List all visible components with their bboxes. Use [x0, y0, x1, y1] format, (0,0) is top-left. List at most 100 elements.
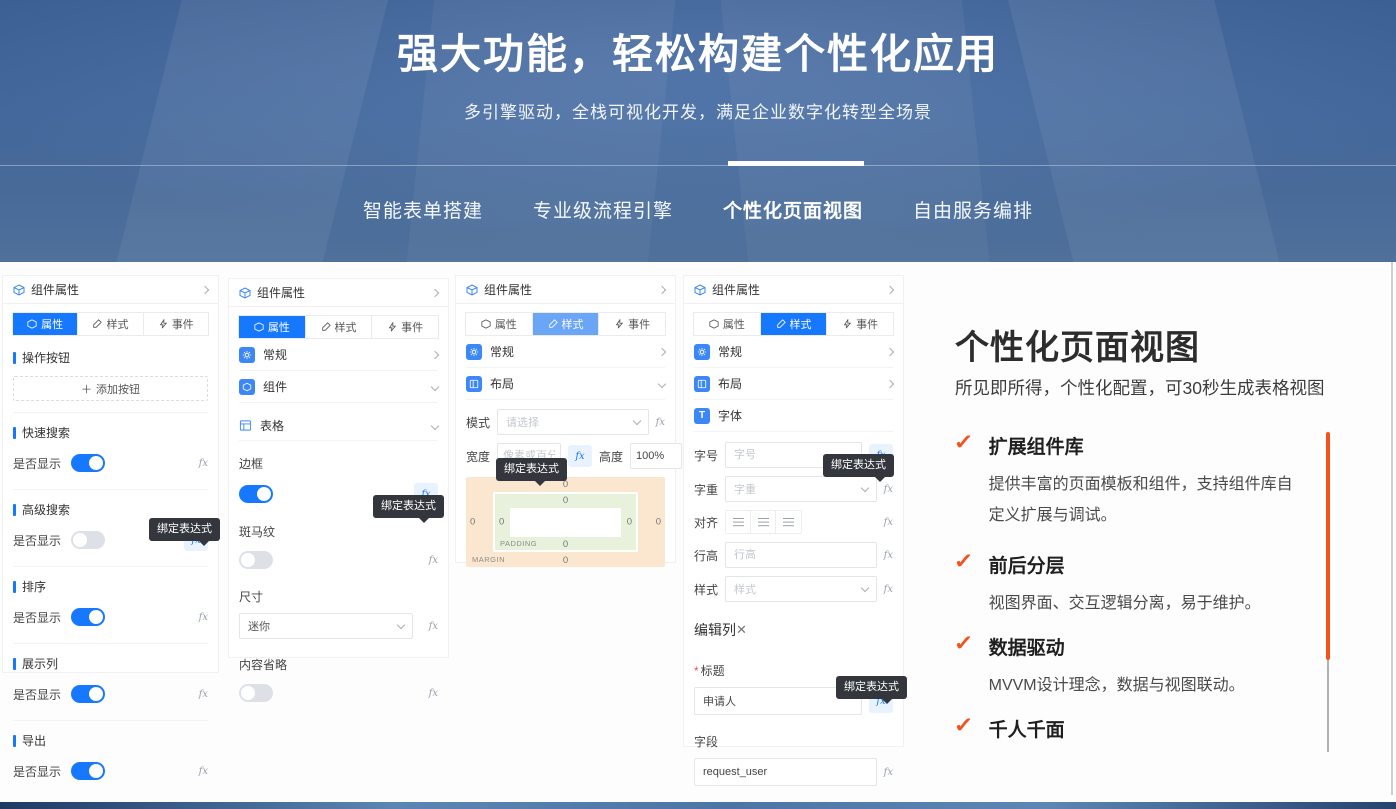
font-style-select[interactable]: 样式 — [725, 576, 877, 602]
tab-properties[interactable]: 属性 — [239, 316, 306, 338]
align-center-button[interactable] — [751, 511, 776, 533]
padding-bottom-value[interactable]: 0 — [563, 539, 568, 550]
group-general[interactable]: 常规 — [239, 339, 438, 371]
fx-button-active[interactable]: fx — [568, 445, 592, 467]
group-component[interactable]: 组件 — [239, 371, 438, 403]
brush-icon — [321, 322, 331, 332]
hero-subtitle: 多引擎驱动，全栈可视化开发，满足企业数字化转型全场景 — [0, 98, 1396, 123]
border-toggle-on[interactable] — [239, 485, 273, 503]
line-height-input[interactable] — [725, 542, 877, 568]
group-layout[interactable]: 布局 — [466, 368, 665, 400]
bottom-gradient-bar — [0, 802, 1396, 809]
tab-event[interactable]: 事件 — [599, 313, 665, 335]
group-font[interactable]: T 字体 — [694, 400, 893, 432]
fx-icon[interactable]: fx — [199, 766, 208, 777]
show-toggle-on[interactable] — [71, 608, 105, 626]
feature-desc: 提供丰富的页面模板和组件，支持组件库自定义扩展与调试。 — [989, 469, 1307, 531]
fx-icon[interactable]: fx — [199, 612, 208, 623]
lightning-icon — [614, 319, 624, 329]
add-button[interactable]: ＋添加按钮 — [13, 376, 208, 401]
size-select[interactable]: 迷你 — [239, 613, 413, 639]
group-label: 组件 — [263, 378, 287, 395]
tab-event[interactable]: 事件 — [827, 313, 893, 335]
fx-icon[interactable]: fx — [199, 689, 208, 700]
show-row-sort: 是否显示 fx — [13, 602, 208, 632]
feature-title: 前后分层 — [989, 551, 1307, 578]
padding-right-value[interactable]: 0 — [627, 517, 632, 528]
page-scrollbar[interactable] — [1391, 262, 1393, 795]
cube-icon — [27, 319, 37, 329]
tab-label: 事件 — [401, 319, 423, 335]
fx-icon[interactable]: fx — [884, 767, 893, 778]
tab-properties[interactable]: 属性 — [466, 313, 533, 335]
align-right-button[interactable] — [776, 511, 801, 533]
tab-style[interactable]: 样式 — [761, 313, 828, 335]
tab-personalized-view[interactable]: 个性化页面视图 — [723, 196, 863, 223]
fx-icon[interactable]: fx — [420, 621, 438, 632]
show-toggle-on[interactable] — [71, 454, 105, 472]
margin-bottom-value[interactable]: 0 — [563, 555, 568, 566]
ellipsis-toggle-off[interactable] — [239, 684, 273, 702]
close-icon[interactable]: ✕ — [736, 622, 747, 638]
height-input[interactable] — [630, 443, 682, 469]
font-weight-label: 字重 — [694, 481, 718, 498]
tab-smart-form[interactable]: 智能表单搭建 — [363, 196, 483, 223]
tab-style[interactable]: 样式 — [78, 313, 143, 335]
fx-icon[interactable]: fx — [199, 458, 208, 469]
chevron-right-icon — [658, 347, 666, 355]
fx-icon[interactable]: fx — [884, 517, 893, 528]
chevron-right-icon[interactable] — [431, 288, 439, 296]
chevron-right-icon[interactable] — [658, 285, 666, 293]
fx-icon[interactable]: fx — [429, 555, 438, 566]
tab-process-engine[interactable]: 专业级流程引擎 — [533, 196, 673, 223]
fx-icon[interactable]: fx — [656, 417, 665, 428]
subgroup-table[interactable]: 表格 — [239, 411, 438, 441]
tab-event[interactable]: 事件 — [144, 313, 208, 335]
feature-desc: 视图界面、交互逻辑分离，易于维护。 — [989, 588, 1307, 619]
padding-left-value[interactable]: 0 — [499, 517, 504, 528]
align-button-group — [725, 510, 802, 534]
tab-label: 样式 — [106, 316, 128, 332]
group-layout[interactable]: 布局 — [694, 368, 893, 400]
group-general[interactable]: 常规 — [466, 336, 665, 368]
padding-top-value[interactable]: 0 — [563, 495, 568, 506]
show-toggle-on[interactable] — [71, 685, 105, 703]
margin-left-value[interactable]: 0 — [470, 517, 475, 528]
tab-properties[interactable]: 属性 — [694, 313, 761, 335]
width-label: 宽度 — [466, 448, 490, 465]
mode-select[interactable]: 请选择 — [497, 409, 649, 435]
font-icon: T — [694, 408, 710, 424]
show-toggle-on[interactable] — [71, 762, 105, 780]
tab-style[interactable]: 样式 — [306, 316, 373, 338]
feature-scroll-track[interactable] — [1326, 432, 1330, 752]
tab-properties[interactable]: 属性 — [13, 313, 78, 335]
fx-icon[interactable]: fx — [884, 550, 893, 561]
zebra-toggle-off[interactable] — [239, 551, 273, 569]
tab-service-orchestration[interactable]: 自由服务编排 — [913, 196, 1033, 223]
chevron-right-icon[interactable] — [886, 285, 894, 293]
panel-title: 组件属性 — [712, 281, 760, 298]
tab-style[interactable]: 样式 — [533, 313, 600, 335]
group-label: 表格 — [260, 417, 284, 434]
fx-icon[interactable]: fx — [884, 484, 893, 495]
column-field-input[interactable] — [694, 758, 877, 786]
feature-scroll-thumb[interactable] — [1326, 432, 1330, 660]
cube-icon — [694, 284, 706, 296]
chevron-down-icon — [431, 421, 439, 429]
margin-right-value[interactable]: 0 — [656, 517, 661, 528]
fx-icon[interactable]: fx — [429, 688, 438, 699]
margin-padding-editor[interactable]: 0 0 0 0 MARGIN 0 0 0 0 PADDING — [466, 477, 665, 567]
align-left-button[interactable] — [726, 511, 751, 533]
show-toggle-off[interactable] — [71, 531, 105, 549]
group-label: 常规 — [718, 343, 742, 360]
font-weight-select[interactable]: 字重 — [725, 476, 877, 502]
tab-event[interactable]: 事件 — [372, 316, 438, 338]
group-general[interactable]: 常规 — [694, 336, 893, 368]
fx-icon[interactable]: fx — [884, 584, 893, 595]
panel-body: 操作按钮 ＋添加按钮 快速搜索 是否显示 fx 高级搜索 绑定表达式 是否显示 … — [3, 349, 218, 786]
size-row: 迷你 fx — [239, 613, 438, 639]
chevron-right-icon[interactable] — [201, 285, 209, 293]
tab-label: 事件 — [856, 316, 878, 332]
align-row: 对齐 fx — [694, 510, 893, 534]
hero-section: 强大功能，轻松构建个性化应用 多引擎驱动，全栈可视化开发，满足企业数字化转型全场… — [0, 0, 1396, 262]
